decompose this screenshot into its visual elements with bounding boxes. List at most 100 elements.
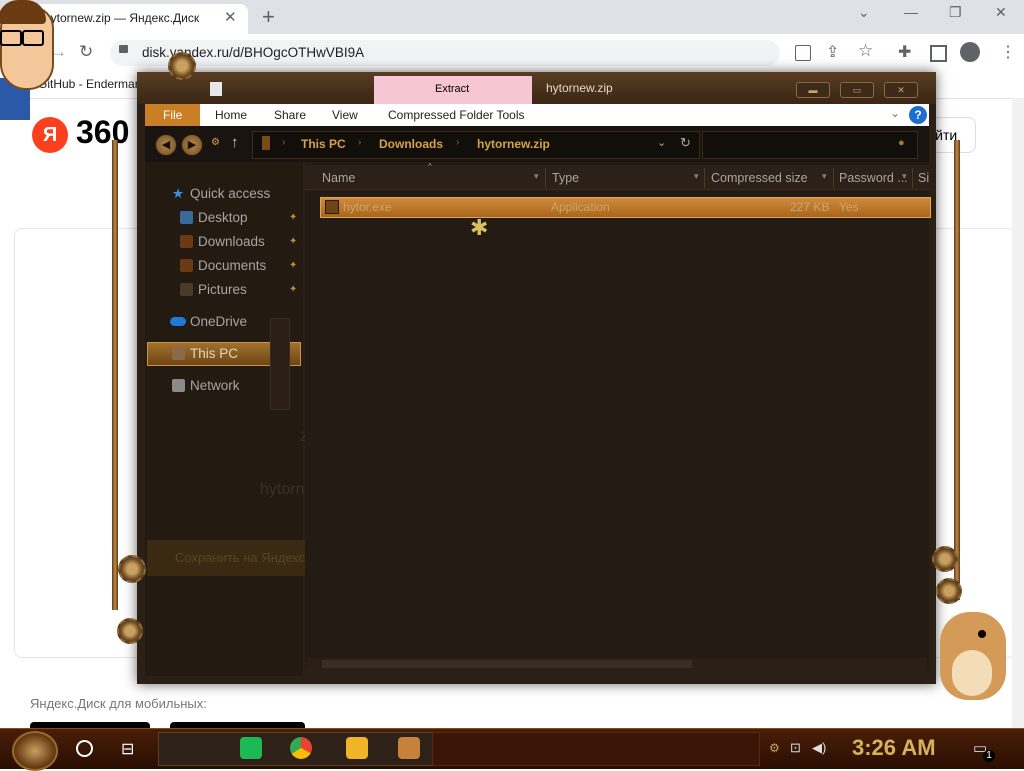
- yandex-logo[interactable]: Я: [32, 117, 68, 153]
- tab-file-label: File: [163, 108, 183, 122]
- gear-icon: [118, 555, 146, 583]
- tab-share[interactable]: Share: [274, 108, 306, 122]
- pictures-icon: [180, 283, 193, 296]
- lock-icon[interactable]: [119, 45, 128, 53]
- nav-downloads[interactable]: Downloads: [198, 234, 265, 249]
- cursor-icon: ✱: [470, 215, 489, 240]
- tab-close-icon[interactable]: ✕: [224, 8, 237, 26]
- up-arrow-icon[interactable]: ↑: [231, 134, 239, 151]
- refresh-icon[interactable]: ↻: [680, 135, 691, 151]
- breadcrumb-hytornew[interactable]: hytornew.zip: [477, 137, 550, 151]
- cell-type: Application: [551, 200, 610, 214]
- search-field[interactable]: [702, 131, 918, 159]
- page-scrollbar[interactable]: [1012, 98, 1024, 728]
- share-icon[interactable]: ⇪: [826, 42, 839, 62]
- sidepanel-icon[interactable]: [930, 45, 947, 62]
- explorer-minimize-button[interactable]: ▬: [796, 82, 830, 98]
- column-divider[interactable]: [912, 168, 913, 188]
- nav-pictures[interactable]: Pictures: [198, 282, 247, 297]
- minimize-button[interactable]: —: [904, 4, 918, 20]
- tab-title: hytornew.zip — Яндекс.Диск: [44, 11, 200, 25]
- gear-icon: [168, 52, 196, 80]
- back-button[interactable]: ◀: [155, 134, 177, 156]
- pin-icon: ✦: [289, 236, 298, 247]
- quick-access-toolbar-icon[interactable]: [210, 82, 222, 96]
- reload-icon[interactable]: ↻: [79, 42, 93, 62]
- taskbar-search-icon[interactable]: [76, 740, 93, 757]
- nav-network[interactable]: Network: [190, 378, 240, 393]
- column-divider[interactable]: [545, 168, 546, 188]
- cell-size: 227 KB: [790, 200, 830, 214]
- close-button[interactable]: ✕: [995, 4, 1007, 21]
- file-explorer-icon[interactable]: [346, 737, 368, 759]
- tab-home[interactable]: Home: [215, 108, 247, 122]
- translate-icon[interactable]: [795, 45, 811, 61]
- pin-icon: ✦: [289, 284, 298, 295]
- breadcrumb-downloads[interactable]: Downloads: [379, 137, 443, 151]
- mobile-apps-text: Яндекс.Диск для мобильных:: [30, 696, 207, 711]
- maximize-button[interactable]: ❐: [949, 4, 962, 21]
- star-icon[interactable]: ☆: [858, 41, 873, 61]
- zip-folder-icon: [262, 136, 270, 150]
- gear-icon: [936, 578, 962, 604]
- nav-onedrive[interactable]: OneDrive: [190, 314, 247, 329]
- column-password[interactable]: Password ...: [839, 171, 908, 185]
- start-button[interactable]: [12, 731, 58, 771]
- column-name[interactable]: Name: [322, 171, 355, 185]
- search-icon[interactable]: ●: [898, 137, 905, 149]
- volume-icon[interactable]: ◀): [812, 740, 826, 756]
- cell-name: hytor.exe: [343, 200, 392, 214]
- forward-button[interactable]: ▶: [181, 134, 203, 156]
- explorer-close-button[interactable]: ✕: [884, 82, 918, 98]
- help-icon[interactable]: ?: [909, 106, 927, 124]
- onedrive-icon: [170, 317, 186, 326]
- tab-compressed-folder-tools[interactable]: Compressed Folder Tools: [388, 108, 525, 122]
- chrome-icon[interactable]: [290, 737, 312, 759]
- frame-pipe-right: [954, 140, 960, 600]
- column-type[interactable]: Type: [552, 171, 579, 185]
- spotify-icon[interactable]: [240, 737, 262, 759]
- chevron-down-icon[interactable]: ▾: [694, 171, 699, 182]
- cell-password: Yes: [839, 200, 859, 214]
- chevron-down-icon[interactable]: ▾: [822, 171, 827, 182]
- recent-locations-icon[interactable]: ⚙: [211, 137, 220, 148]
- column-compressed-size[interactable]: Compressed size: [711, 171, 808, 185]
- taskbar-app-icon[interactable]: [398, 737, 420, 759]
- logo-360[interactable]: 360: [76, 114, 129, 151]
- new-tab-button[interactable]: +: [262, 4, 275, 30]
- clock[interactable]: 3:26 AM: [852, 735, 936, 761]
- star-icon: ★: [172, 186, 185, 201]
- extensions-icon[interactable]: ✚: [898, 42, 911, 62]
- task-view-icon[interactable]: ⊟: [121, 739, 134, 759]
- nav-this-pc[interactable]: This PC: [190, 346, 238, 361]
- gear-icon: [932, 546, 958, 572]
- column-divider[interactable]: [704, 168, 705, 188]
- notification-count: 1: [983, 750, 995, 762]
- explorer-maximize-button[interactable]: ▭: [840, 82, 874, 98]
- nav-quick-access[interactable]: Quick access: [190, 186, 270, 201]
- nav-desktop[interactable]: Desktop: [198, 210, 248, 225]
- column-headers: [305, 165, 929, 190]
- pin-icon: ✦: [289, 260, 298, 271]
- profile-icon[interactable]: [960, 42, 980, 62]
- column-size[interactable]: Si: [918, 171, 929, 185]
- exe-file-icon: [325, 200, 339, 214]
- address-dropdown-icon[interactable]: ⌄: [657, 136, 666, 149]
- breadcrumb-this-pc[interactable]: This PC: [301, 137, 346, 151]
- hamster-belly: [952, 650, 992, 696]
- hamster-eye: [978, 630, 986, 638]
- scrollbar-thumb[interactable]: [322, 660, 692, 668]
- ribbon-expand-icon[interactable]: ⌄: [890, 106, 900, 120]
- column-divider[interactable]: [833, 168, 834, 188]
- gear-icon[interactable]: ⚙: [769, 741, 780, 755]
- network-tray-icon[interactable]: ⊡: [790, 740, 801, 756]
- chevron-down-icon[interactable]: ▾: [902, 171, 907, 182]
- tab-search-icon[interactable]: ⌄: [858, 4, 870, 21]
- avatar-glasses-right: [22, 30, 44, 46]
- tab-view[interactable]: View: [332, 108, 358, 122]
- menu-icon[interactable]: ⋮: [1000, 42, 1016, 62]
- browser-tab[interactable]: hytornew.zip — Яндекс.Диск ✕: [20, 4, 248, 34]
- chevron-down-icon[interactable]: ▾: [534, 171, 539, 182]
- network-icon: [172, 379, 185, 392]
- nav-documents[interactable]: Documents: [198, 258, 266, 273]
